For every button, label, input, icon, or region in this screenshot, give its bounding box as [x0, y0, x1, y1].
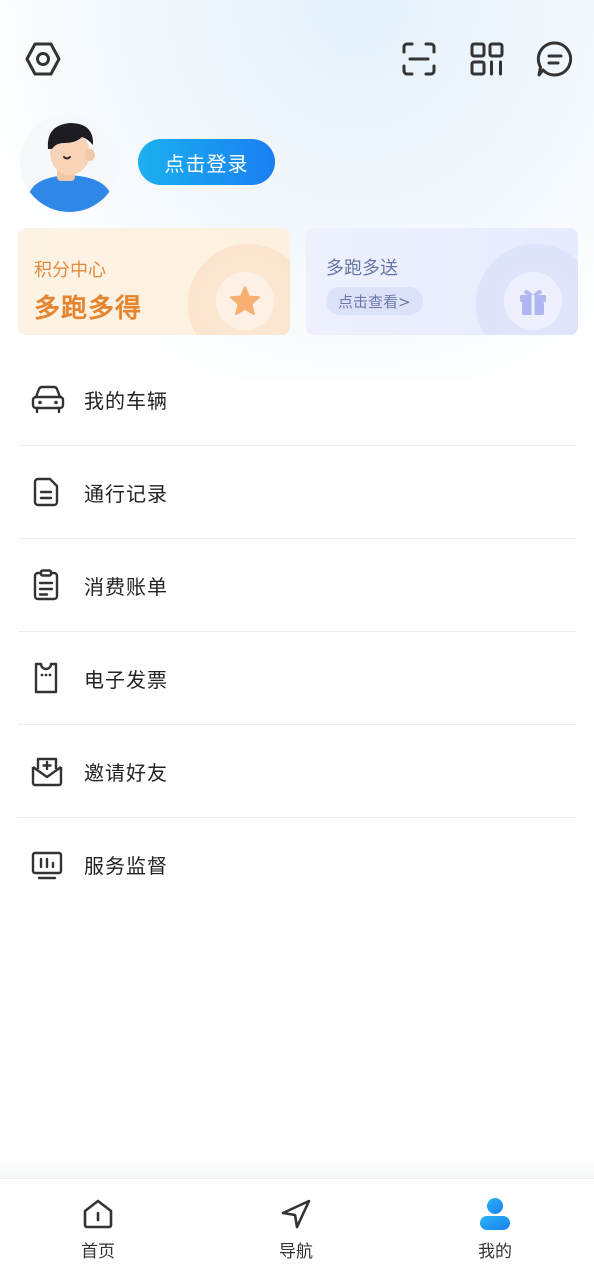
- menu-item-label: 消费账单: [84, 574, 168, 599]
- car-icon: [31, 385, 65, 414]
- tab-label: 导航: [279, 1242, 313, 1262]
- menu-item-label: 服务监督: [84, 854, 168, 878]
- qr-code-button[interactable]: [464, 36, 510, 82]
- invoice-icon: [34, 662, 58, 694]
- navigation-icon: [281, 1199, 311, 1229]
- tab-label: 首页: [81, 1242, 115, 1262]
- gift-icon: [520, 290, 546, 315]
- tab-home[interactable]: 首页: [48, 1179, 148, 1280]
- tab-navigation[interactable]: 导航: [246, 1179, 346, 1280]
- message-icon: [536, 41, 573, 77]
- gift-view-button[interactable]: 点击查看>: [326, 287, 423, 315]
- document-icon: [33, 477, 59, 507]
- tab-label: 我的: [478, 1242, 512, 1262]
- star-badge: [216, 272, 274, 330]
- menu-item-my-vehicles[interactable]: 我的车辆: [18, 353, 576, 446]
- menu-item-label: 电子发票: [84, 667, 168, 692]
- tab-mine[interactable]: 我的: [445, 1179, 545, 1280]
- home-icon: [83, 1199, 113, 1229]
- menu-item-label: 邀请好友: [84, 760, 168, 785]
- menu-item-e-invoice[interactable]: 电子发票: [18, 632, 576, 725]
- monitor-icon: [31, 851, 63, 879]
- gift-badge: [504, 272, 562, 330]
- login-button[interactable]: 点击登录: [138, 139, 275, 185]
- scan-icon: [402, 42, 436, 76]
- menu-list: 我的车辆 通行记录 消费账单 电子发票 邀请好友 服务监督: [18, 353, 576, 911]
- menu-item-invite-friends[interactable]: 邀请好友: [18, 725, 576, 818]
- menu-item-service-supervision[interactable]: 服务监督: [18, 818, 576, 911]
- clipboard-icon: [33, 569, 59, 601]
- gift-card[interactable]: 多跑多送 点击查看>: [306, 228, 578, 335]
- points-center-card[interactable]: 积分中心 多跑多得: [18, 228, 290, 335]
- tabbar-divider: [0, 1156, 594, 1178]
- menu-item-consumption-bill[interactable]: 消费账单: [18, 539, 576, 632]
- settings-button[interactable]: [20, 36, 66, 82]
- scan-button[interactable]: [396, 36, 442, 82]
- points-card-title: 积分中心: [34, 260, 106, 281]
- user-icon: [480, 1198, 510, 1230]
- menu-item-label: 我的车辆: [84, 388, 168, 413]
- menu-item-traffic-records[interactable]: 通行记录: [18, 446, 576, 539]
- points-card-headline: 多跑多得: [34, 294, 143, 324]
- qr-code-icon: [470, 42, 504, 76]
- star-icon: [230, 286, 260, 315]
- avatar[interactable]: [20, 113, 119, 212]
- avatar-illustration: [20, 113, 119, 212]
- gift-card-title: 多跑多送: [326, 258, 398, 279]
- bottom-tab-bar: 首页 导航 我的: [0, 1178, 594, 1280]
- menu-item-label: 通行记录: [84, 481, 168, 506]
- message-button[interactable]: [532, 36, 578, 82]
- envelope-icon: [31, 757, 63, 787]
- settings-hexagon-icon: [25, 42, 61, 76]
